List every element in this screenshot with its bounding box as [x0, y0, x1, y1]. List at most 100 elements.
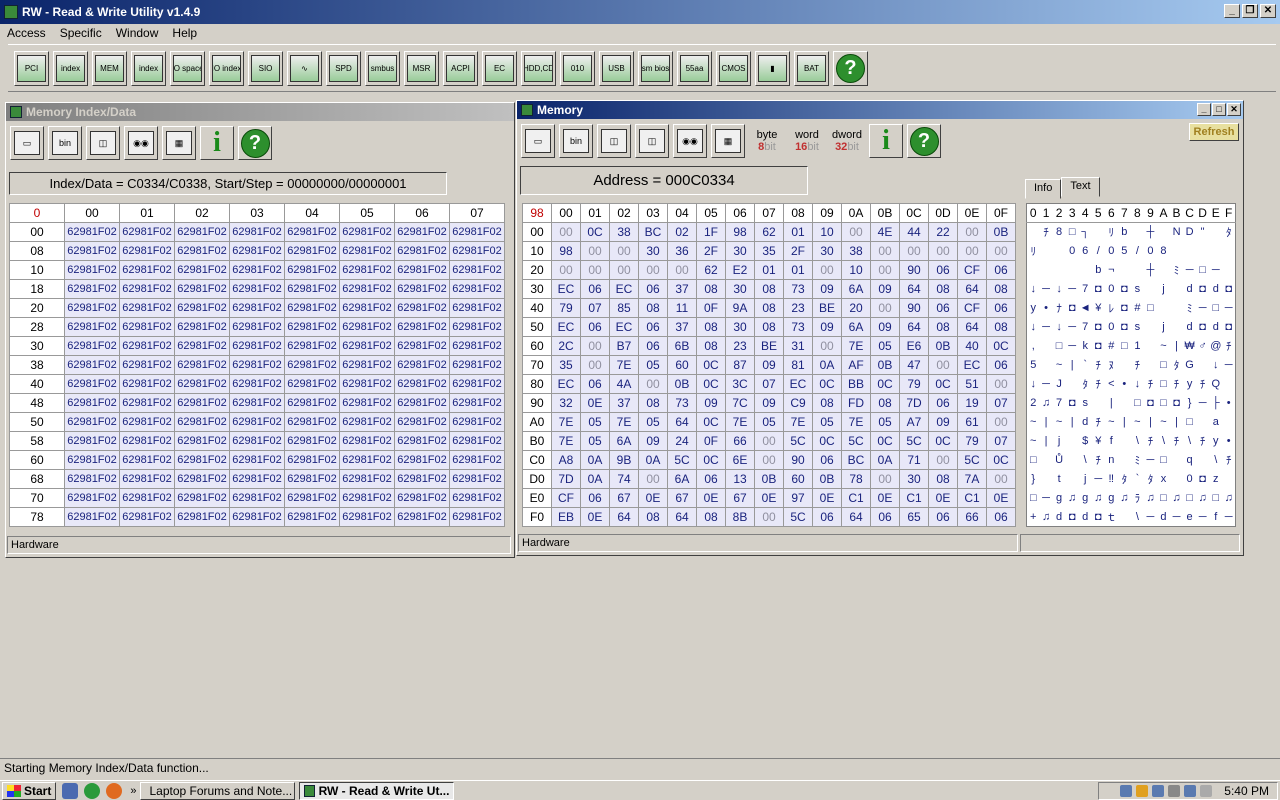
data-cell[interactable]: 62981F02 [284, 488, 340, 508]
data-cell[interactable]: 05 [812, 412, 842, 432]
data-cell[interactable]: 8B [725, 507, 755, 527]
text-cell[interactable]: ﾀ [1118, 470, 1131, 489]
text-cell[interactable]: ─ [1170, 508, 1183, 527]
data-cell[interactable]: 00 [551, 222, 581, 242]
text-cell[interactable] [1222, 470, 1235, 489]
text-cell[interactable]: ◘ [1118, 318, 1131, 337]
text-cell[interactable]: ─ [1183, 261, 1196, 280]
text-cell[interactable]: ◘ [1222, 280, 1235, 299]
text-cell[interactable]: ─ [1040, 318, 1053, 337]
data-cell[interactable]: 2F [696, 241, 726, 261]
data-cell[interactable]: 01 [754, 260, 784, 280]
data-cell[interactable]: 62981F02 [174, 507, 230, 527]
data-cell[interactable]: 0C [928, 431, 958, 451]
data-cell[interactable]: 05 [580, 431, 610, 451]
data-cell[interactable]: 62981F02 [229, 355, 285, 375]
dword-32bit-button[interactable]: dword 32bit [829, 124, 865, 158]
text-cell[interactable]: ─ [1066, 280, 1079, 299]
taskbar-item-firefox[interactable]: Laptop Forums and Note... [140, 781, 296, 800]
text-cell[interactable]: ─ [1196, 508, 1209, 527]
text-cell[interactable]: + [1027, 508, 1040, 527]
data-cell[interactable]: 00 [899, 241, 929, 261]
data-cell[interactable]: 30 [812, 241, 842, 261]
waveform-button[interactable]: ∿ [287, 50, 322, 86]
data-cell[interactable]: E2 [725, 260, 755, 280]
data-cell[interactable]: 62 [754, 222, 784, 242]
data-cell[interactable]: 06 [928, 260, 958, 280]
byte-8bit-button[interactable]: byte 8bit [749, 124, 785, 158]
data-cell[interactable]: 0B [754, 469, 784, 489]
text-cell[interactable]: \ [1079, 451, 1092, 470]
data-cell[interactable]: 62981F02 [64, 469, 120, 489]
text-cell[interactable]: ﾁ [1092, 413, 1105, 432]
data-cell[interactable]: 47 [899, 355, 929, 375]
firefox-icon[interactable] [106, 782, 123, 799]
data-cell[interactable]: 0E [638, 488, 668, 508]
data-cell[interactable]: 62981F02 [394, 469, 450, 489]
data-cell[interactable]: 00 [928, 241, 958, 261]
data-cell[interactable]: 71 [899, 450, 929, 470]
data-cell[interactable]: 0E [812, 488, 842, 508]
data-cell[interactable]: 00 [870, 260, 900, 280]
text-cell[interactable]: ┐ [1079, 223, 1092, 242]
text-cell[interactable]: ◘ [1066, 394, 1079, 413]
data-cell[interactable]: 62981F02 [119, 450, 175, 470]
find-button[interactable]: ◉◉ [673, 124, 707, 158]
text-cell[interactable]: □ [1157, 489, 1170, 508]
table-button[interactable]: ▦ [711, 124, 745, 158]
data-cell[interactable]: 38 [841, 241, 871, 261]
data-cell[interactable]: EC [957, 355, 987, 375]
data-cell[interactable]: 62981F02 [119, 374, 175, 394]
data-cell[interactable]: 07 [580, 298, 610, 318]
text-cell[interactable]: ─ [1222, 508, 1235, 527]
text-cell[interactable]: t [1053, 470, 1066, 489]
data-cell[interactable]: 62981F02 [174, 222, 230, 242]
data-cell[interactable]: 62981F02 [394, 260, 450, 280]
text-cell[interactable] [1170, 451, 1183, 470]
data-cell[interactable]: 62981F02 [64, 336, 120, 356]
open-alt-button[interactable]: ◫ [635, 124, 669, 158]
show-desktop-icon[interactable] [62, 782, 79, 799]
text-cell[interactable]: ┼ [1144, 223, 1157, 242]
data-cell[interactable]: 7E [783, 412, 813, 432]
info-button[interactable]: i [869, 124, 903, 158]
text-cell[interactable]: 0 [1066, 242, 1079, 261]
text-cell[interactable]: ﾚ [1105, 299, 1118, 318]
data-cell[interactable]: 64 [841, 507, 871, 527]
data-cell[interactable]: EC [551, 279, 581, 299]
text-cell[interactable]: d [1079, 413, 1092, 432]
data-cell[interactable]: 37 [667, 317, 697, 337]
data-cell[interactable]: 62981F02 [449, 317, 505, 337]
data-cell[interactable]: 67 [725, 488, 755, 508]
text-cell[interactable]: ↓ [1131, 375, 1144, 394]
data-cell[interactable]: 06 [928, 393, 958, 413]
battery-button[interactable]: BAT [794, 50, 829, 86]
data-cell[interactable]: 09 [754, 393, 784, 413]
data-cell[interactable]: 0A [580, 469, 610, 489]
minimize-button[interactable]: _ [1224, 4, 1240, 18]
text-cell[interactable]: 0 [1105, 280, 1118, 299]
data-cell[interactable]: 01 [783, 222, 813, 242]
data-cell[interactable]: 06 [638, 317, 668, 337]
text-cell[interactable]: ◄ [1079, 299, 1092, 318]
table-button[interactable]: ▦ [162, 126, 196, 160]
data-cell[interactable]: 00 [928, 355, 958, 375]
text-cell[interactable] [1157, 299, 1170, 318]
text-cell[interactable] [1170, 242, 1183, 261]
data-cell[interactable]: 08 [696, 317, 726, 337]
text-cell[interactable]: ◘ [1196, 318, 1209, 337]
tab-info[interactable]: Info [1025, 179, 1062, 199]
text-cell[interactable]: ◘ [1196, 470, 1209, 489]
data-cell[interactable]: 0C [928, 374, 958, 394]
data-cell[interactable]: 09 [638, 431, 668, 451]
text-cell[interactable]: ♫ [1118, 489, 1131, 508]
data-cell[interactable]: 67 [667, 488, 697, 508]
text-cell[interactable]: ¥ [1092, 299, 1105, 318]
text-cell[interactable]: y [1209, 432, 1222, 451]
data-cell[interactable]: 0E [986, 488, 1016, 508]
data-cell[interactable]: A7 [899, 412, 929, 432]
data-cell[interactable]: 64 [667, 507, 697, 527]
data-cell[interactable]: 6B [667, 336, 697, 356]
data-cell[interactable]: 62981F02 [119, 279, 175, 299]
text-cell[interactable] [1196, 413, 1209, 432]
